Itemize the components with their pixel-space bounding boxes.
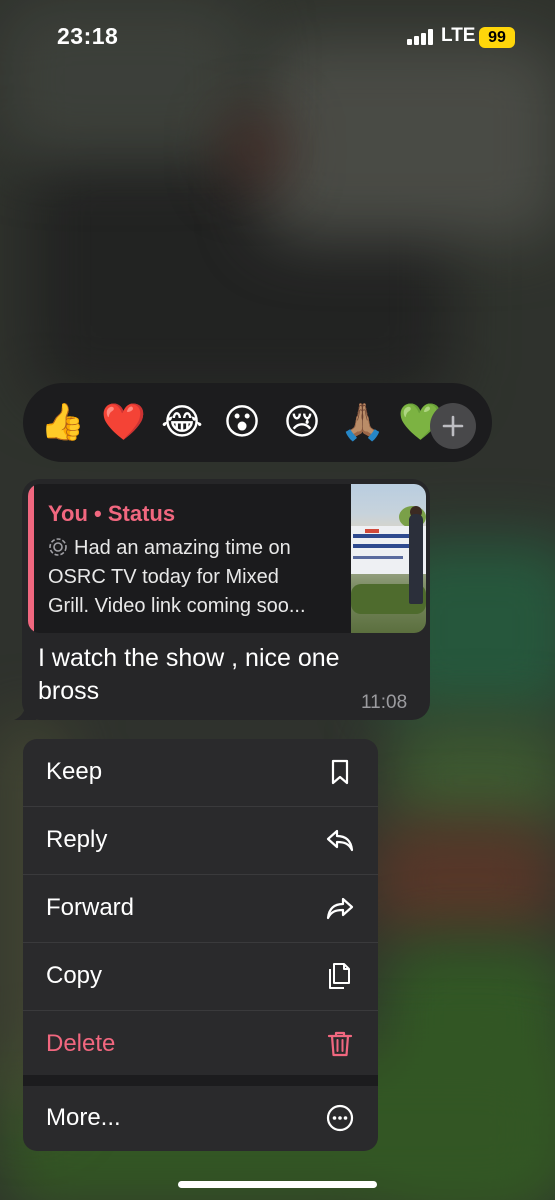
menu-item-forward[interactable]: Forward bbox=[23, 875, 378, 942]
menu-item-label: Reply bbox=[46, 826, 108, 853]
reaction-crying[interactable]: 😢 bbox=[280, 402, 324, 442]
reaction-praying-hands[interactable]: 🙏🏽 bbox=[340, 402, 385, 442]
menu-divider bbox=[23, 1075, 378, 1086]
quote-line: Had an amazing time on bbox=[74, 537, 291, 559]
forward-icon bbox=[326, 897, 354, 920]
network-type: LTE bbox=[441, 25, 476, 46]
menu-item-label: More... bbox=[46, 1104, 121, 1131]
quote-author: You • Status bbox=[48, 501, 176, 526]
battery-indicator: 99 bbox=[479, 27, 515, 48]
menu-item-keep[interactable]: Keep bbox=[23, 739, 378, 806]
reaction-surprised[interactable]: 😮 bbox=[220, 402, 264, 442]
bookmark-icon bbox=[331, 759, 349, 785]
menu-item-delete[interactable]: Delete bbox=[23, 1011, 378, 1075]
status-ring-icon bbox=[49, 538, 67, 556]
menu-item-reply[interactable]: Reply bbox=[23, 807, 378, 874]
ellipsis-circle-icon bbox=[326, 1104, 354, 1132]
context-menu: Keep Reply Forward Copy Delete bbox=[23, 739, 378, 1075]
status-thumbnail bbox=[351, 484, 426, 633]
reaction-laughing[interactable]: 😂 bbox=[160, 402, 204, 442]
quote-accent-bar bbox=[28, 484, 34, 633]
quote-text: Had an amazing time on OSRC TV today for… bbox=[48, 534, 346, 621]
menu-item-copy[interactable]: Copy bbox=[23, 943, 378, 1010]
menu-item-label: Delete bbox=[46, 1030, 116, 1057]
copy-icon bbox=[329, 963, 350, 989]
quote-line: Grill. Video link coming soo... bbox=[48, 595, 306, 617]
plus-icon bbox=[442, 415, 464, 437]
quoted-status[interactable]: You • Status Had an amazing time on OSRC… bbox=[28, 484, 426, 633]
message-timestamp: 11:08 bbox=[361, 692, 408, 713]
signal-icon bbox=[407, 29, 435, 45]
message-text: I watch the show , nice one bross bbox=[38, 644, 340, 705]
menu-item-label: Forward bbox=[46, 894, 135, 921]
reaction-thumbs-up[interactable]: 👍 bbox=[40, 402, 85, 442]
menu-item-more[interactable]: More... bbox=[23, 1086, 378, 1151]
reaction-bar: 👍 ❤️ 😂 😮 😢 🙏🏽 💚 bbox=[23, 383, 492, 462]
menu-item-label: Keep bbox=[46, 758, 103, 785]
reaction-heart[interactable]: ❤️ bbox=[101, 402, 146, 442]
quote-line: OSRC TV today for Mixed bbox=[48, 566, 279, 588]
status-bar: 23:18 LTE 99 bbox=[0, 0, 555, 70]
add-reaction-button[interactable] bbox=[430, 403, 476, 449]
reply-icon bbox=[326, 829, 354, 852]
status-time: 23:18 bbox=[57, 23, 119, 49]
menu-item-label: Copy bbox=[46, 962, 103, 989]
home-indicator[interactable] bbox=[178, 1181, 377, 1188]
trash-icon bbox=[327, 1031, 353, 1057]
